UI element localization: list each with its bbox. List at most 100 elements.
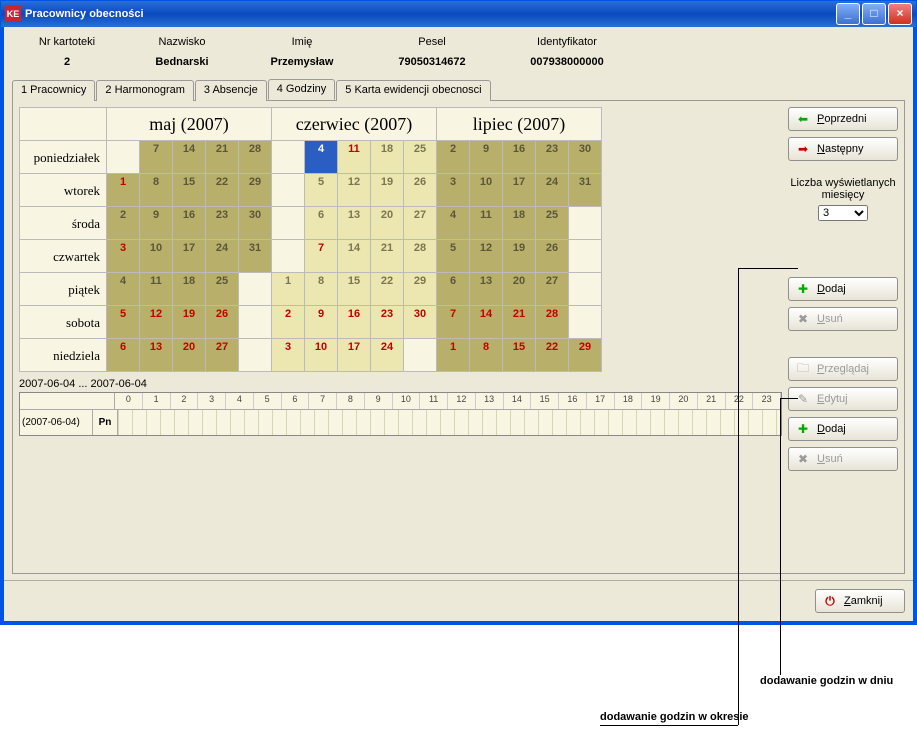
calendar-cell[interactable]: 4 bbox=[305, 141, 338, 174]
calendar-cell[interactable]: 19 bbox=[173, 306, 206, 339]
calendar-cell[interactable]: 23 bbox=[371, 306, 404, 339]
calendar-cell[interactable]: 30 bbox=[239, 207, 272, 240]
calendar-cell[interactable]: 1 bbox=[437, 339, 470, 372]
calendar-cell[interactable]: 24 bbox=[371, 339, 404, 372]
months-count-select[interactable]: 3 bbox=[818, 205, 868, 221]
calendar-cell[interactable]: 27 bbox=[536, 273, 569, 306]
calendar-cell[interactable]: 13 bbox=[140, 339, 173, 372]
calendar-cell[interactable]: 7 bbox=[437, 306, 470, 339]
calendar-cell[interactable]: 28 bbox=[404, 240, 437, 273]
calendar-cell[interactable]: 11 bbox=[470, 207, 503, 240]
calendar-cell[interactable]: 1 bbox=[272, 273, 305, 306]
calendar-cell[interactable] bbox=[239, 306, 272, 339]
calendar-cell[interactable]: 9 bbox=[140, 207, 173, 240]
calendar-cell[interactable]: 24 bbox=[536, 174, 569, 207]
calendar-cell[interactable]: 18 bbox=[173, 273, 206, 306]
calendar-cell[interactable]: 25 bbox=[206, 273, 239, 306]
calendar-cell[interactable]: 9 bbox=[470, 141, 503, 174]
calendar-cell[interactable]: 9 bbox=[305, 306, 338, 339]
calendar-cell[interactable]: 27 bbox=[404, 207, 437, 240]
maximize-button[interactable]: □ bbox=[862, 3, 886, 25]
tab-absencje[interactable]: 3 Absencje bbox=[195, 80, 267, 101]
calendar-cell[interactable]: 17 bbox=[173, 240, 206, 273]
calendar-cell[interactable]: 10 bbox=[305, 339, 338, 372]
calendar-cell[interactable]: 3 bbox=[272, 339, 305, 372]
add-period-button[interactable]: ✚ Dodaj bbox=[788, 277, 898, 301]
calendar-cell[interactable]: 6 bbox=[437, 273, 470, 306]
tab-godziny[interactable]: 4 Godziny bbox=[268, 79, 336, 100]
calendar-cell[interactable]: 16 bbox=[503, 141, 536, 174]
calendar-cell[interactable]: 20 bbox=[173, 339, 206, 372]
calendar-cell[interactable] bbox=[272, 207, 305, 240]
next-button[interactable]: ➡ Następny bbox=[788, 137, 898, 161]
calendar-cell[interactable]: 17 bbox=[338, 339, 371, 372]
calendar-cell[interactable]: 15 bbox=[338, 273, 371, 306]
calendar-cell[interactable]: 7 bbox=[305, 240, 338, 273]
calendar-cell[interactable]: 22 bbox=[206, 174, 239, 207]
tab-karta[interactable]: 5 Karta ewidencji obecnosci bbox=[336, 80, 490, 101]
calendar-cell[interactable]: 26 bbox=[536, 240, 569, 273]
calendar-cell[interactable]: 6 bbox=[305, 207, 338, 240]
calendar-cell[interactable]: 14 bbox=[173, 141, 206, 174]
calendar-cell[interactable]: 5 bbox=[305, 174, 338, 207]
calendar-cell[interactable]: 17 bbox=[503, 174, 536, 207]
tab-harmonogram[interactable]: 2 Harmonogram bbox=[96, 80, 193, 101]
calendar-cell[interactable]: 4 bbox=[107, 273, 140, 306]
delete-period-button[interactable]: ✖ Usuń bbox=[788, 307, 898, 331]
calendar-cell[interactable]: 14 bbox=[470, 306, 503, 339]
calendar-cell[interactable]: 5 bbox=[437, 240, 470, 273]
calendar-cell[interactable]: 15 bbox=[173, 174, 206, 207]
close-form-button[interactable]: ⏻ Zamknij bbox=[815, 589, 905, 613]
calendar-cell[interactable]: 3 bbox=[437, 174, 470, 207]
calendar-cell[interactable]: 11 bbox=[140, 273, 173, 306]
calendar-cell[interactable]: 1 bbox=[107, 174, 140, 207]
calendar-cell[interactable]: 8 bbox=[470, 339, 503, 372]
prev-button[interactable]: ⬅ Poprzedni bbox=[788, 107, 898, 131]
calendar-cell[interactable]: 30 bbox=[404, 306, 437, 339]
close-button[interactable]: × bbox=[888, 3, 912, 25]
calendar-cell[interactable]: 24 bbox=[206, 240, 239, 273]
calendar-cell[interactable] bbox=[569, 306, 602, 339]
calendar-cell[interactable]: 25 bbox=[536, 207, 569, 240]
calendar-cell[interactable]: 16 bbox=[338, 306, 371, 339]
calendar-cell[interactable] bbox=[569, 240, 602, 273]
calendar[interactable]: maj (2007)czerwiec (2007)lipiec (2007)po… bbox=[19, 107, 602, 372]
calendar-cell[interactable]: 21 bbox=[371, 240, 404, 273]
add-day-button[interactable]: ✚ Dodaj bbox=[788, 417, 898, 441]
calendar-cell[interactable]: 3 bbox=[107, 240, 140, 273]
calendar-cell[interactable]: 10 bbox=[140, 240, 173, 273]
calendar-cell[interactable]: 6 bbox=[107, 339, 140, 372]
delete-day-button[interactable]: ✖ Usuń bbox=[788, 447, 898, 471]
calendar-cell[interactable]: 25 bbox=[404, 141, 437, 174]
calendar-cell[interactable] bbox=[569, 273, 602, 306]
calendar-cell[interactable]: 31 bbox=[239, 240, 272, 273]
calendar-cell[interactable] bbox=[272, 141, 305, 174]
edit-button[interactable]: ✎ Edytuj bbox=[788, 387, 898, 411]
calendar-cell[interactable]: 2 bbox=[107, 207, 140, 240]
calendar-cell[interactable] bbox=[569, 207, 602, 240]
calendar-cell[interactable]: 21 bbox=[206, 141, 239, 174]
browse-button[interactable]: 🗀 Przeglądaj bbox=[788, 357, 898, 381]
calendar-cell[interactable]: 15 bbox=[503, 339, 536, 372]
calendar-cell[interactable]: 18 bbox=[371, 141, 404, 174]
calendar-cell[interactable]: 26 bbox=[404, 174, 437, 207]
calendar-cell[interactable]: 18 bbox=[503, 207, 536, 240]
calendar-cell[interactable]: 4 bbox=[437, 207, 470, 240]
calendar-cell[interactable]: 12 bbox=[470, 240, 503, 273]
minimize-button[interactable]: _ bbox=[836, 3, 860, 25]
calendar-cell[interactable]: 29 bbox=[404, 273, 437, 306]
calendar-cell[interactable]: 19 bbox=[503, 240, 536, 273]
calendar-cell[interactable]: 20 bbox=[503, 273, 536, 306]
calendar-cell[interactable] bbox=[272, 240, 305, 273]
calendar-cell[interactable]: 21 bbox=[503, 306, 536, 339]
calendar-cell[interactable]: 27 bbox=[206, 339, 239, 372]
calendar-cell[interactable]: 12 bbox=[338, 174, 371, 207]
calendar-cell[interactable] bbox=[272, 174, 305, 207]
calendar-cell[interactable]: 2 bbox=[437, 141, 470, 174]
calendar-cell[interactable] bbox=[239, 273, 272, 306]
calendar-cell[interactable] bbox=[107, 141, 140, 174]
calendar-cell[interactable]: 11 bbox=[338, 141, 371, 174]
calendar-cell[interactable]: 20 bbox=[371, 207, 404, 240]
calendar-cell[interactable]: 29 bbox=[239, 174, 272, 207]
calendar-cell[interactable]: 8 bbox=[140, 174, 173, 207]
